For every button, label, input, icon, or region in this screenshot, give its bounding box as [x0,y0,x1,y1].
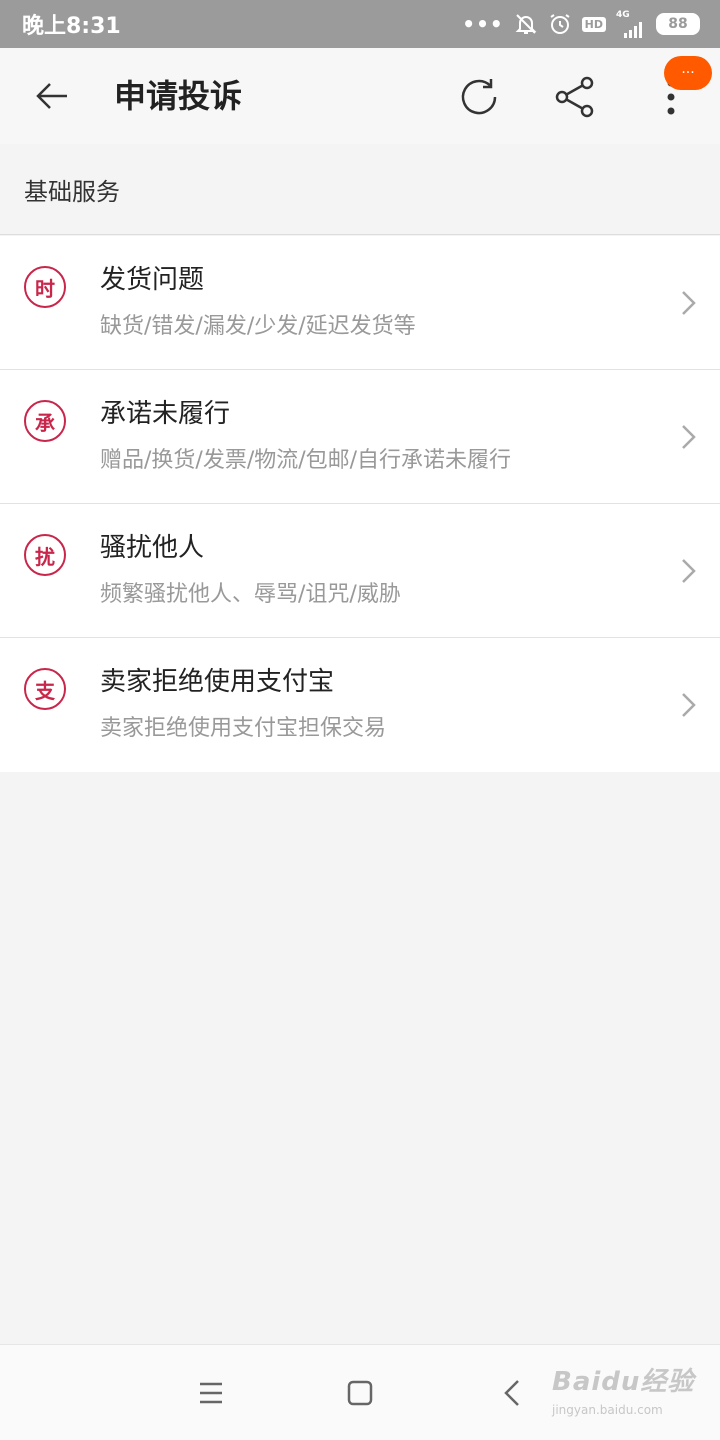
watermark-main: Baidu经验 [552,1367,695,1397]
item-badge: 时 [24,266,66,308]
item-title: 卖家拒绝使用支付宝 [100,667,335,697]
item-description: 赠品/换货/发票/物流/包邮/自行承诺未履行 [100,448,512,473]
back-button[interactable] [30,76,74,116]
list-item[interactable]: 承 承诺未履行 赠品/换货/发票/物流/包邮/自行承诺未履行 [0,370,720,504]
item-description: 频繁骚扰他人、辱骂/诅咒/威胁 [100,582,401,607]
list-item[interactable]: 时 发货问题 缺货/错发/漏发/少发/延迟发货等 [0,236,720,370]
chevron-right-icon [682,425,696,449]
chevron-right-icon [682,693,696,717]
item-badge: 扰 [24,534,66,576]
page-title: 申请投诉 [114,77,243,115]
item-badge: 承 [24,400,66,442]
hd-icon: HD [581,16,606,32]
item-title: 承诺未履行 [100,399,231,429]
item-title: 骚扰他人 [100,533,205,563]
battery-indicator: 88 [656,13,700,35]
share-button[interactable] [552,74,598,120]
item-description: 卖家拒绝使用支付宝担保交易 [100,716,387,741]
share-icon [555,76,594,118]
refresh-button[interactable] [456,74,502,120]
chevron-right-icon [682,559,696,583]
list-item[interactable]: 支 卖家拒绝使用支付宝 卖家拒绝使用支付宝担保交易 [0,638,720,772]
item-description: 缺货/错发/漏发/少发/延迟发货等 [100,314,416,339]
home-square-icon[interactable] [346,1379,374,1407]
more-badge[interactable]: ··· [664,56,712,90]
title-bar: 申请投诉 [0,48,720,144]
watermark: Baidu经验 jingyan.baidu.com [552,1361,712,1425]
refresh-icon [461,79,497,115]
status-bar: 晚上8:31 ••• HD 4G 88 [0,0,720,48]
alarm-icon [548,12,572,36]
network-type: 4G [616,9,630,20]
status-dots: ••• [462,12,504,36]
status-icons: ••• HD 4G 88 [462,9,700,38]
watermark-sub: jingyan.baidu.com [552,1403,663,1417]
back-chevron-icon[interactable] [500,1377,524,1409]
back-arrow-icon [36,83,67,109]
menu-icon[interactable] [196,1379,226,1407]
system-nav-bar: Baidu经验 jingyan.baidu.com [0,1344,720,1440]
item-badge: 支 [24,668,66,710]
signal-icon: 4G [616,9,646,38]
list-item[interactable]: 扰 骚扰他人 频繁骚扰他人、辱骂/诅咒/威胁 [0,504,720,638]
mute-bell-icon [514,12,538,36]
status-time: 晚上8:31 [22,14,121,39]
complaint-list: 时 发货问题 缺货/错发/漏发/少发/延迟发货等 承 承诺未履行 赠品/换货/发… [0,236,720,772]
chevron-right-icon [682,291,696,315]
item-title: 发货问题 [100,265,205,295]
section-header: 基础服务 [0,144,720,235]
